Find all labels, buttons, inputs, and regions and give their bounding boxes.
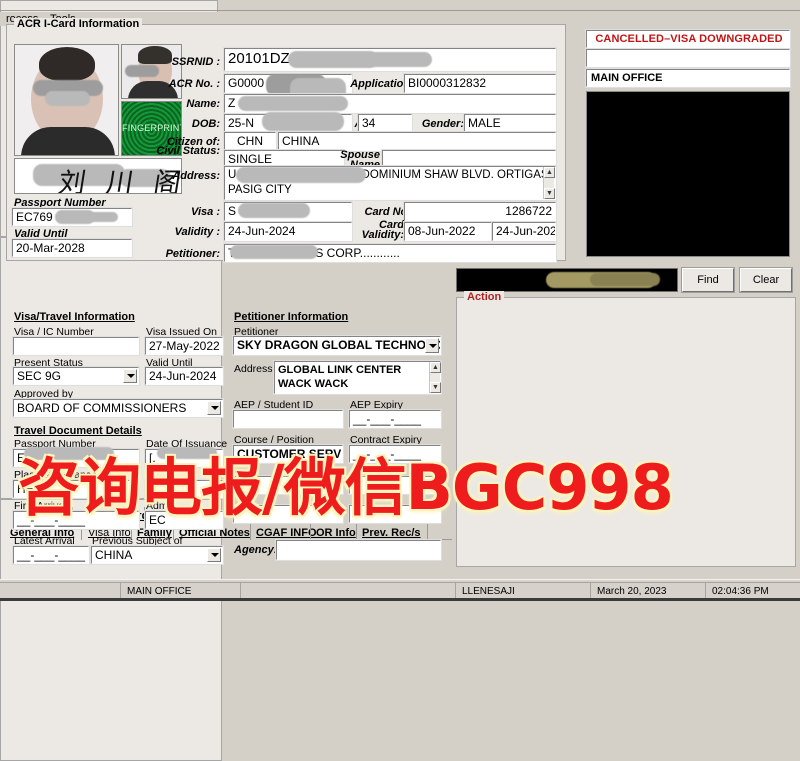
latest-arrival-field[interactable]: __-___-____ [12,545,90,565]
tab-prev-recs[interactable]: Prev. Rec/s [362,526,421,540]
visa-ic-number-field[interactable] [12,336,140,356]
petitioner-name-value: SKY DRAGON GLOBAL TECHNOLOGIES [237,338,440,352]
visa-valid-until-field[interactable]: 24-Jun-2024 [144,366,224,386]
petitioner-name-combo[interactable]: SKY DRAGON GLOBAL TECHNOLOGIES [232,335,442,356]
office-box: MAIN OFFICE [585,68,791,88]
valid-until-field[interactable]: 20-Mar-2028 [11,238,133,258]
document-preview-panel[interactable] [586,91,790,257]
acr-icard-group-title: ACR I-Card Information [14,18,143,30]
petitioner-extra-field-3[interactable] [232,504,344,524]
name-label: Name: [186,98,220,110]
visa-issued-on-field[interactable]: 27-May-2022 [144,336,224,356]
course-position-field[interactable]: CUSTOMER SERVICE R [232,444,344,464]
present-status-combo[interactable]: SEC 9G [12,366,140,386]
petitioner-extra-field-4[interactable] [348,504,442,524]
age-field[interactable]: 34 [357,113,413,134]
action-groupbox: Action [456,291,796,567]
place-of-issuance-field[interactable]: HENA [12,479,140,499]
petitioner-extra-field-2[interactable] [348,475,442,495]
present-status-value: SEC 9G [17,369,62,383]
card-validity-label: Card Validity: [361,219,404,241]
clear-button-label: Clear [752,274,780,286]
chevron-down-icon[interactable] [207,401,221,415]
first-arrival-field[interactable]: __-___-____ [12,510,140,530]
admitted-as-field[interactable]: EC [144,510,224,530]
address-scroll-down-icon[interactable]: ▼ [544,188,555,199]
action-group-title: Action [464,291,505,303]
petitioner-heading: Petitioner Information [234,311,349,323]
petitioner-address-field[interactable]: GLOBAL LINK CENTER WACK WACK MANDALUYONG… [273,360,442,395]
aep-expiry-field[interactable]: __-___-____ [348,409,442,429]
chevron-down-icon[interactable] [207,548,221,562]
status-banner-box: CANCELLED–VISA DOWNGRADED [585,29,791,49]
petitioner-address-scroll-down-icon[interactable]: ▼ [430,382,441,393]
gender-field[interactable]: MALE [463,113,557,134]
aep-student-id-field[interactable] [232,409,344,429]
petitioner-address-scrollbar[interactable]: ▲ ▼ [429,362,441,393]
previous-subject-combo[interactable]: CHINA [90,545,224,565]
tab-cgaf-info[interactable]: CGAF INFO [256,526,317,540]
validity-label: Validity : [174,226,220,238]
clear-button[interactable]: Clear [739,267,793,293]
status-second-line-box [585,48,791,68]
card-no-field[interactable]: 1286722 [403,201,557,222]
status-banner-text: CANCELLED–VISA DOWNGRADED [595,33,783,45]
find-button[interactable]: Find [681,267,735,293]
validity-field[interactable]: 24-Jun-2024 [223,221,353,242]
agency-label: Agency: [234,544,278,556]
icard-petitioner-label: Petitioner: [165,248,220,260]
approved-by-combo[interactable]: BOARD OF COMMISSIONERS [12,398,224,418]
ssrnid-label: SSRNID : [171,56,220,68]
visa-label: Visa : [191,206,220,218]
place-of-issuance-extra-field[interactable] [144,479,224,499]
find-button-label: Find [697,274,719,286]
office-text: MAIN OFFICE [591,72,663,84]
petitioner-address-label: Address [234,363,273,375]
chevron-down-icon[interactable] [123,369,137,383]
chevron-down-icon[interactable] [425,338,439,353]
civil-status-label: Civil Status: [150,146,220,157]
acr-no-label: ACR No. : [168,78,220,90]
card-validity-from-field[interactable]: 08-Jun-2022 [403,221,493,242]
citizen-code-field[interactable]: CHN [223,131,277,152]
address-label: Address: [172,170,220,182]
address-scroll-up-icon[interactable]: ▲ [544,167,555,178]
applicant-photo-side [121,44,182,99]
civil-status-label-text: Civil Status: [156,145,220,157]
dob-label: DOB: [191,118,220,130]
contract-expiry-field[interactable]: __-___-____ [348,444,442,464]
previous-subject-value: CHINA [95,548,133,562]
card-validity-to-field[interactable]: 24-Jun-2024 [491,221,557,242]
gender-label: Gender: [421,118,464,130]
tab-or-info[interactable]: OR Info [316,526,356,540]
approved-by-value: BOARD OF COMMISSIONERS [17,401,187,415]
travel-document-heading: Travel Document Details [14,425,142,437]
petitioner-extra-field-1[interactable] [232,475,344,495]
address-scrollbar[interactable]: ▲ ▼ [543,167,555,199]
petitioner-address-scroll-up-icon[interactable]: ▲ [430,362,441,373]
application-id-field[interactable]: BI0000312832 [403,73,557,94]
agency-field[interactable] [275,539,442,561]
card-no-label: Card No.: [364,206,415,218]
citizen-country-field[interactable]: CHINA [277,131,557,152]
visa-travel-heading: Visa/Travel Information [14,311,135,323]
applicant-photo-front [14,44,119,156]
